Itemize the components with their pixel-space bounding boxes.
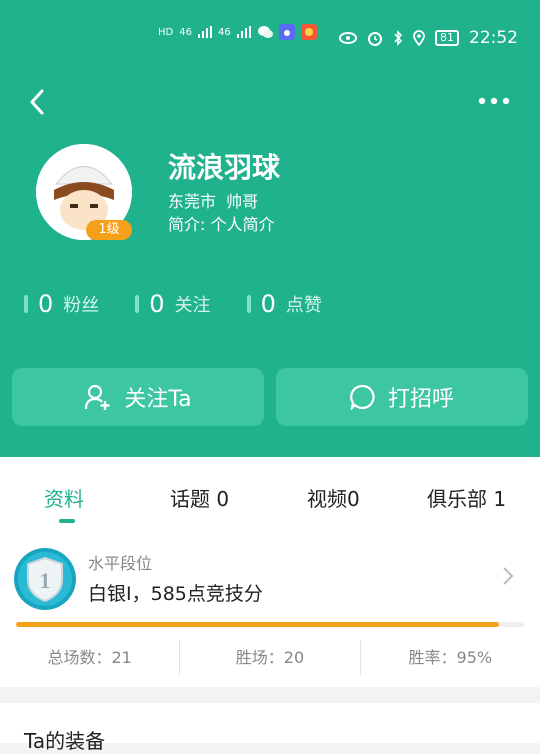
likes-label: 点赞: [285, 295, 322, 316]
greet-button[interactable]: 打招呼: [276, 368, 528, 426]
status-time: 22:52: [469, 28, 518, 48]
total-matches: 总场数：21: [0, 640, 181, 676]
signal-icon-2: [236, 26, 251, 38]
signal-4g-label: 46: [179, 26, 192, 38]
follow-button[interactable]: 关注Ta: [12, 368, 264, 426]
follow-button-label: 关注Ta: [124, 387, 192, 412]
rank-shield-number: 1: [40, 568, 51, 593]
equipment-title: Ta的装备: [24, 729, 106, 753]
hd-icon: HD: [158, 26, 174, 38]
location-gender: 东莞市 帅哥: [168, 192, 259, 211]
bluetooth-icon: [394, 30, 403, 46]
following-label: 关注: [174, 295, 211, 316]
chat-bubble-icon: [350, 384, 375, 410]
fans-count: 0: [38, 290, 54, 318]
stat-bar: [24, 295, 28, 313]
stat-bar: [246, 295, 251, 313]
tab-profile[interactable]: 资料: [44, 483, 84, 512]
tab-videos[interactable]: 视频0: [307, 483, 360, 512]
stat-bar: [135, 295, 140, 313]
rank-stats: 总场数：21 胜场：20 胜率：95%: [0, 640, 540, 676]
rank-shield-icon: 1: [14, 548, 76, 610]
active-tab-indicator: [59, 519, 75, 523]
signal-icon: [197, 26, 212, 38]
level-badge: 1级: [86, 220, 132, 240]
following-count: 0: [149, 290, 165, 318]
profile-tabs: 资料 话题 0 视频0 俱乐部 1: [0, 457, 540, 529]
greet-button-label: 打招呼: [387, 387, 454, 412]
back-button[interactable]: [26, 88, 50, 116]
wins: 胜场：20: [180, 640, 361, 676]
add-user-icon: [85, 384, 110, 410]
stat-likes[interactable]: 0 点赞: [246, 290, 322, 318]
eye-icon: [339, 32, 357, 44]
chevron-right-icon[interactable]: [502, 566, 514, 586]
wechat-icon: [257, 26, 273, 38]
alarm-icon: [368, 32, 382, 46]
equipment-section: Ta的装备: [0, 703, 540, 753]
rank-progress: [16, 622, 524, 627]
stat-following[interactable]: 0 关注: [135, 290, 211, 318]
rank-title: 水平段位: [88, 554, 153, 573]
user-intro: 简介: 个人简介: [168, 215, 275, 234]
tab-clubs[interactable]: 俱乐部 1: [427, 483, 506, 512]
social-stats: 0 粉丝 0 关注 0 点赞: [24, 290, 322, 318]
status-right: 81 22:52: [339, 28, 518, 48]
rank-progress-fill: [16, 622, 499, 627]
fans-label: 粉丝: [63, 295, 100, 316]
music-app-icon: [278, 24, 295, 40]
location-icon: [413, 30, 425, 46]
battery-indicator: 81: [435, 30, 459, 46]
game-app-icon: [300, 24, 317, 40]
user-name: 流浪羽球: [168, 151, 281, 184]
status-bar: HD 46 46 81 22:52: [0, 20, 540, 60]
tab-topics[interactable]: 话题 0: [170, 483, 229, 512]
signal-4g-label-2: 46: [217, 26, 231, 38]
profile-header: HD 46 46 81 22:52 1级 流浪羽球 东莞市 帅哥 简介: 个人简…: [0, 0, 540, 457]
status-left: HD 46 46: [158, 24, 317, 40]
win-rate: 胜率：95%: [408, 648, 493, 667]
more-options-icon[interactable]: [478, 96, 510, 106]
rank-value: 白银I，585点竞技分: [88, 583, 263, 605]
stat-fans[interactable]: 0 粉丝: [24, 290, 99, 318]
likes-count: 0: [260, 290, 276, 318]
